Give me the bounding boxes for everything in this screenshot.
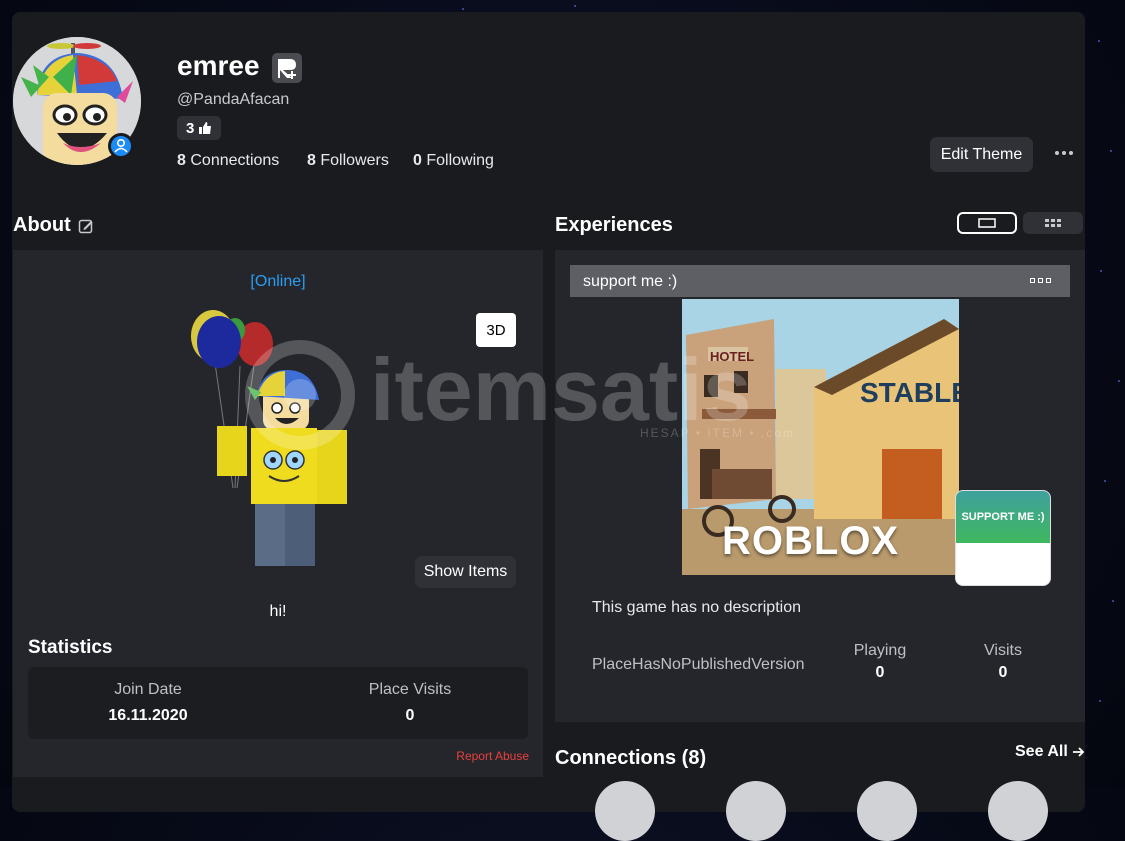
statistics-title: Statistics bbox=[28, 637, 113, 658]
more-options-icon[interactable] bbox=[1055, 143, 1075, 163]
connections-count: 8 bbox=[177, 152, 186, 169]
playing-label: Playing bbox=[853, 642, 907, 659]
place-visits-label: Place Visits bbox=[368, 681, 452, 698]
game-description: This game has no description bbox=[592, 599, 801, 616]
following-stat[interactable]: 0 Following bbox=[413, 152, 494, 170]
slideshow-icon bbox=[978, 218, 996, 228]
following-label: Following bbox=[426, 152, 494, 169]
username: @PandaAfacan bbox=[177, 91, 290, 108]
followers-stat[interactable]: 8 Followers bbox=[307, 152, 389, 170]
followers-count: 8 bbox=[307, 152, 316, 169]
view-3d-button[interactable]: 3D bbox=[476, 313, 516, 347]
online-status-icon bbox=[108, 133, 134, 159]
grid-view-toggle[interactable] bbox=[1023, 212, 1083, 234]
visits-label: Visits bbox=[984, 642, 1022, 659]
stable-sign: STABLE bbox=[860, 377, 959, 408]
game-options-icon[interactable] bbox=[1030, 278, 1051, 283]
likes-count: 3 bbox=[186, 119, 195, 137]
see-all-label: See All bbox=[1015, 743, 1068, 760]
premium-badge-icon bbox=[272, 53, 302, 83]
game-thumbnail[interactable]: HOTEL STABLE ROBLOX bbox=[682, 299, 959, 575]
join-date-value: 16.11.2020 bbox=[108, 707, 188, 724]
game-icon[interactable]: SUPPORT ME :) bbox=[955, 490, 1051, 586]
game-icon-text: SUPPORT ME :) bbox=[961, 511, 1045, 523]
arrow-right-icon bbox=[1072, 747, 1085, 757]
following-count: 0 bbox=[413, 152, 422, 169]
about-title: About bbox=[13, 214, 71, 236]
report-abuse-link[interactable]: Report Abuse bbox=[420, 749, 529, 763]
show-items-button[interactable]: Show Items bbox=[415, 556, 516, 588]
playing-value: 0 bbox=[875, 664, 885, 681]
connections-label: Connections bbox=[190, 152, 280, 169]
roblox-logo: ROBLOX bbox=[722, 519, 900, 563]
see-all-link[interactable]: See All bbox=[1015, 743, 1085, 761]
thumbs-up-icon bbox=[199, 122, 212, 134]
followers-label: Followers bbox=[320, 152, 389, 169]
connections-title: Connections (8) bbox=[555, 747, 707, 769]
connection-avatar[interactable] bbox=[988, 781, 1048, 841]
connections-stat[interactable]: 8 Connections bbox=[177, 152, 279, 170]
join-date-label: Join Date bbox=[114, 681, 182, 698]
game-title[interactable]: support me :) bbox=[583, 273, 677, 291]
place-visits-value: 0 bbox=[405, 707, 415, 724]
likes-badge[interactable]: 3 bbox=[177, 116, 222, 140]
display-name: emree bbox=[177, 50, 260, 81]
profile-bio: hi! bbox=[269, 603, 287, 620]
connection-avatar[interactable] bbox=[595, 781, 655, 841]
connection-avatar[interactable] bbox=[857, 781, 917, 841]
edit-pencil-icon[interactable] bbox=[78, 218, 94, 239]
edit-theme-button[interactable]: Edit Theme bbox=[930, 137, 1033, 172]
experiences-title: Experiences bbox=[555, 214, 673, 236]
hotel-sign: HOTEL bbox=[710, 349, 755, 364]
game-version-status: PlaceHasNoPublishedVersion bbox=[592, 656, 805, 673]
statistics-box bbox=[28, 667, 528, 739]
visits-value: 0 bbox=[998, 664, 1008, 681]
connection-avatar[interactable] bbox=[726, 781, 786, 841]
slideshow-view-toggle[interactable] bbox=[957, 212, 1017, 234]
avatar-render bbox=[185, 308, 355, 570]
online-status: [Online] bbox=[250, 273, 306, 290]
grid-icon bbox=[1045, 219, 1061, 227]
